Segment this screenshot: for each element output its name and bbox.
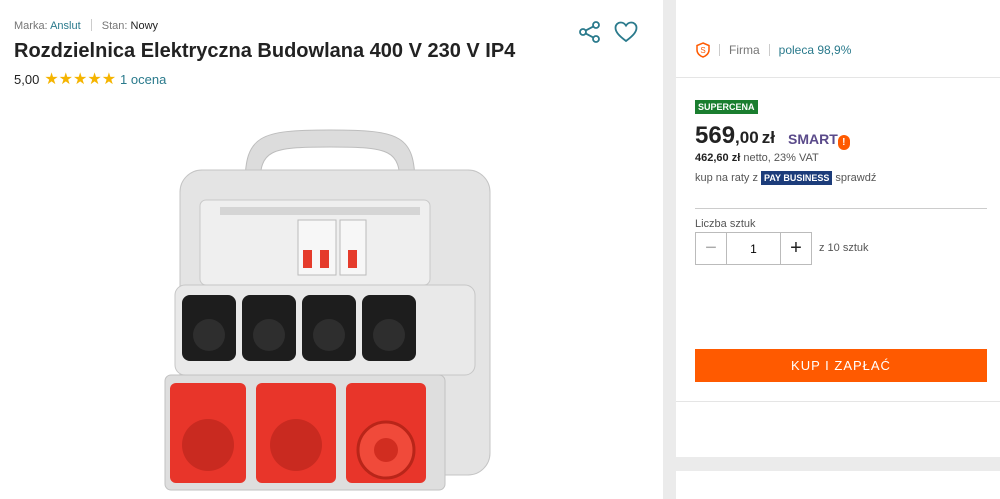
condition-value: Nowy [130, 20, 159, 32]
raty-check-link[interactable]: sprawdź [835, 172, 876, 184]
seller-type: Firma [729, 43, 760, 57]
currency: zł [761, 128, 775, 147]
raty-text: kup na raty z [695, 172, 758, 184]
brand-label: Marka: [14, 20, 48, 32]
quantity-available: z 10 sztuk [819, 242, 869, 254]
product-image[interactable] [160, 125, 500, 499]
svg-text:S: S [700, 46, 705, 55]
smart-icon: ! [837, 135, 850, 150]
quantity-input[interactable] [727, 232, 780, 265]
netto-text: netto, 23% VAT [743, 152, 819, 164]
price-dec: ,00 [735, 128, 759, 147]
netto-price: 462,60 zł netto, 23% VAT [695, 152, 819, 164]
divider [719, 44, 720, 56]
smart-label: SMART [788, 131, 838, 147]
product-title: Rozdzielnica Elektryczna Budowlana 400 V… [14, 40, 516, 62]
divider [768, 44, 770, 56]
minus-icon[interactable]: − [695, 232, 727, 265]
seller-info: S Firma poleca 98,9% [696, 42, 851, 58]
divider [676, 77, 1000, 78]
condition-label: Stan: [101, 20, 128, 32]
divider [676, 401, 1000, 402]
divider [90, 19, 92, 31]
quantity-label: Liczba sztuk [695, 218, 756, 230]
buy-now-button[interactable]: KUP I ZAPŁAĆ [695, 349, 987, 382]
product-meta: Marka: Anslut Stan: Nowy [14, 19, 158, 32]
smart-badge: SMART! [788, 131, 850, 150]
pay-business-logo: PAY BUSINESS [760, 171, 833, 185]
rating-stars: ★★★★★ [44, 71, 117, 88]
quantity-stepper: − + [695, 232, 812, 265]
divider [695, 208, 987, 209]
product-panel: Marka: Anslut Stan: Nowy Rozdzielnica El… [0, 0, 663, 499]
price-int: 569 [695, 122, 736, 149]
rating-value: 5,00 [14, 71, 40, 87]
seller-badge-icon: S [696, 42, 710, 58]
seller-recommend-link[interactable]: poleca 98,9% [779, 43, 852, 57]
share-icon[interactable] [579, 21, 601, 43]
rating-count-link[interactable]: 1 ocena [120, 72, 166, 87]
price: 569,00 zł [695, 122, 775, 150]
installments: kup na raty z PAY BUSINESS sprawdź [695, 171, 876, 185]
plus-icon[interactable]: + [780, 232, 812, 265]
panel-gap [676, 457, 1000, 471]
rating: 5,00 ★★★★★ 1 ocena [14, 69, 166, 89]
supercena-badge: SUPERCENA [695, 100, 758, 114]
offer-panel: S Firma poleca 98,9% SUPERCENA 569,00 zł … [676, 0, 1000, 499]
heart-icon[interactable] [614, 21, 638, 43]
brand-link[interactable]: Anslut [50, 20, 81, 32]
netto-value: 462,60 zł [695, 152, 741, 164]
